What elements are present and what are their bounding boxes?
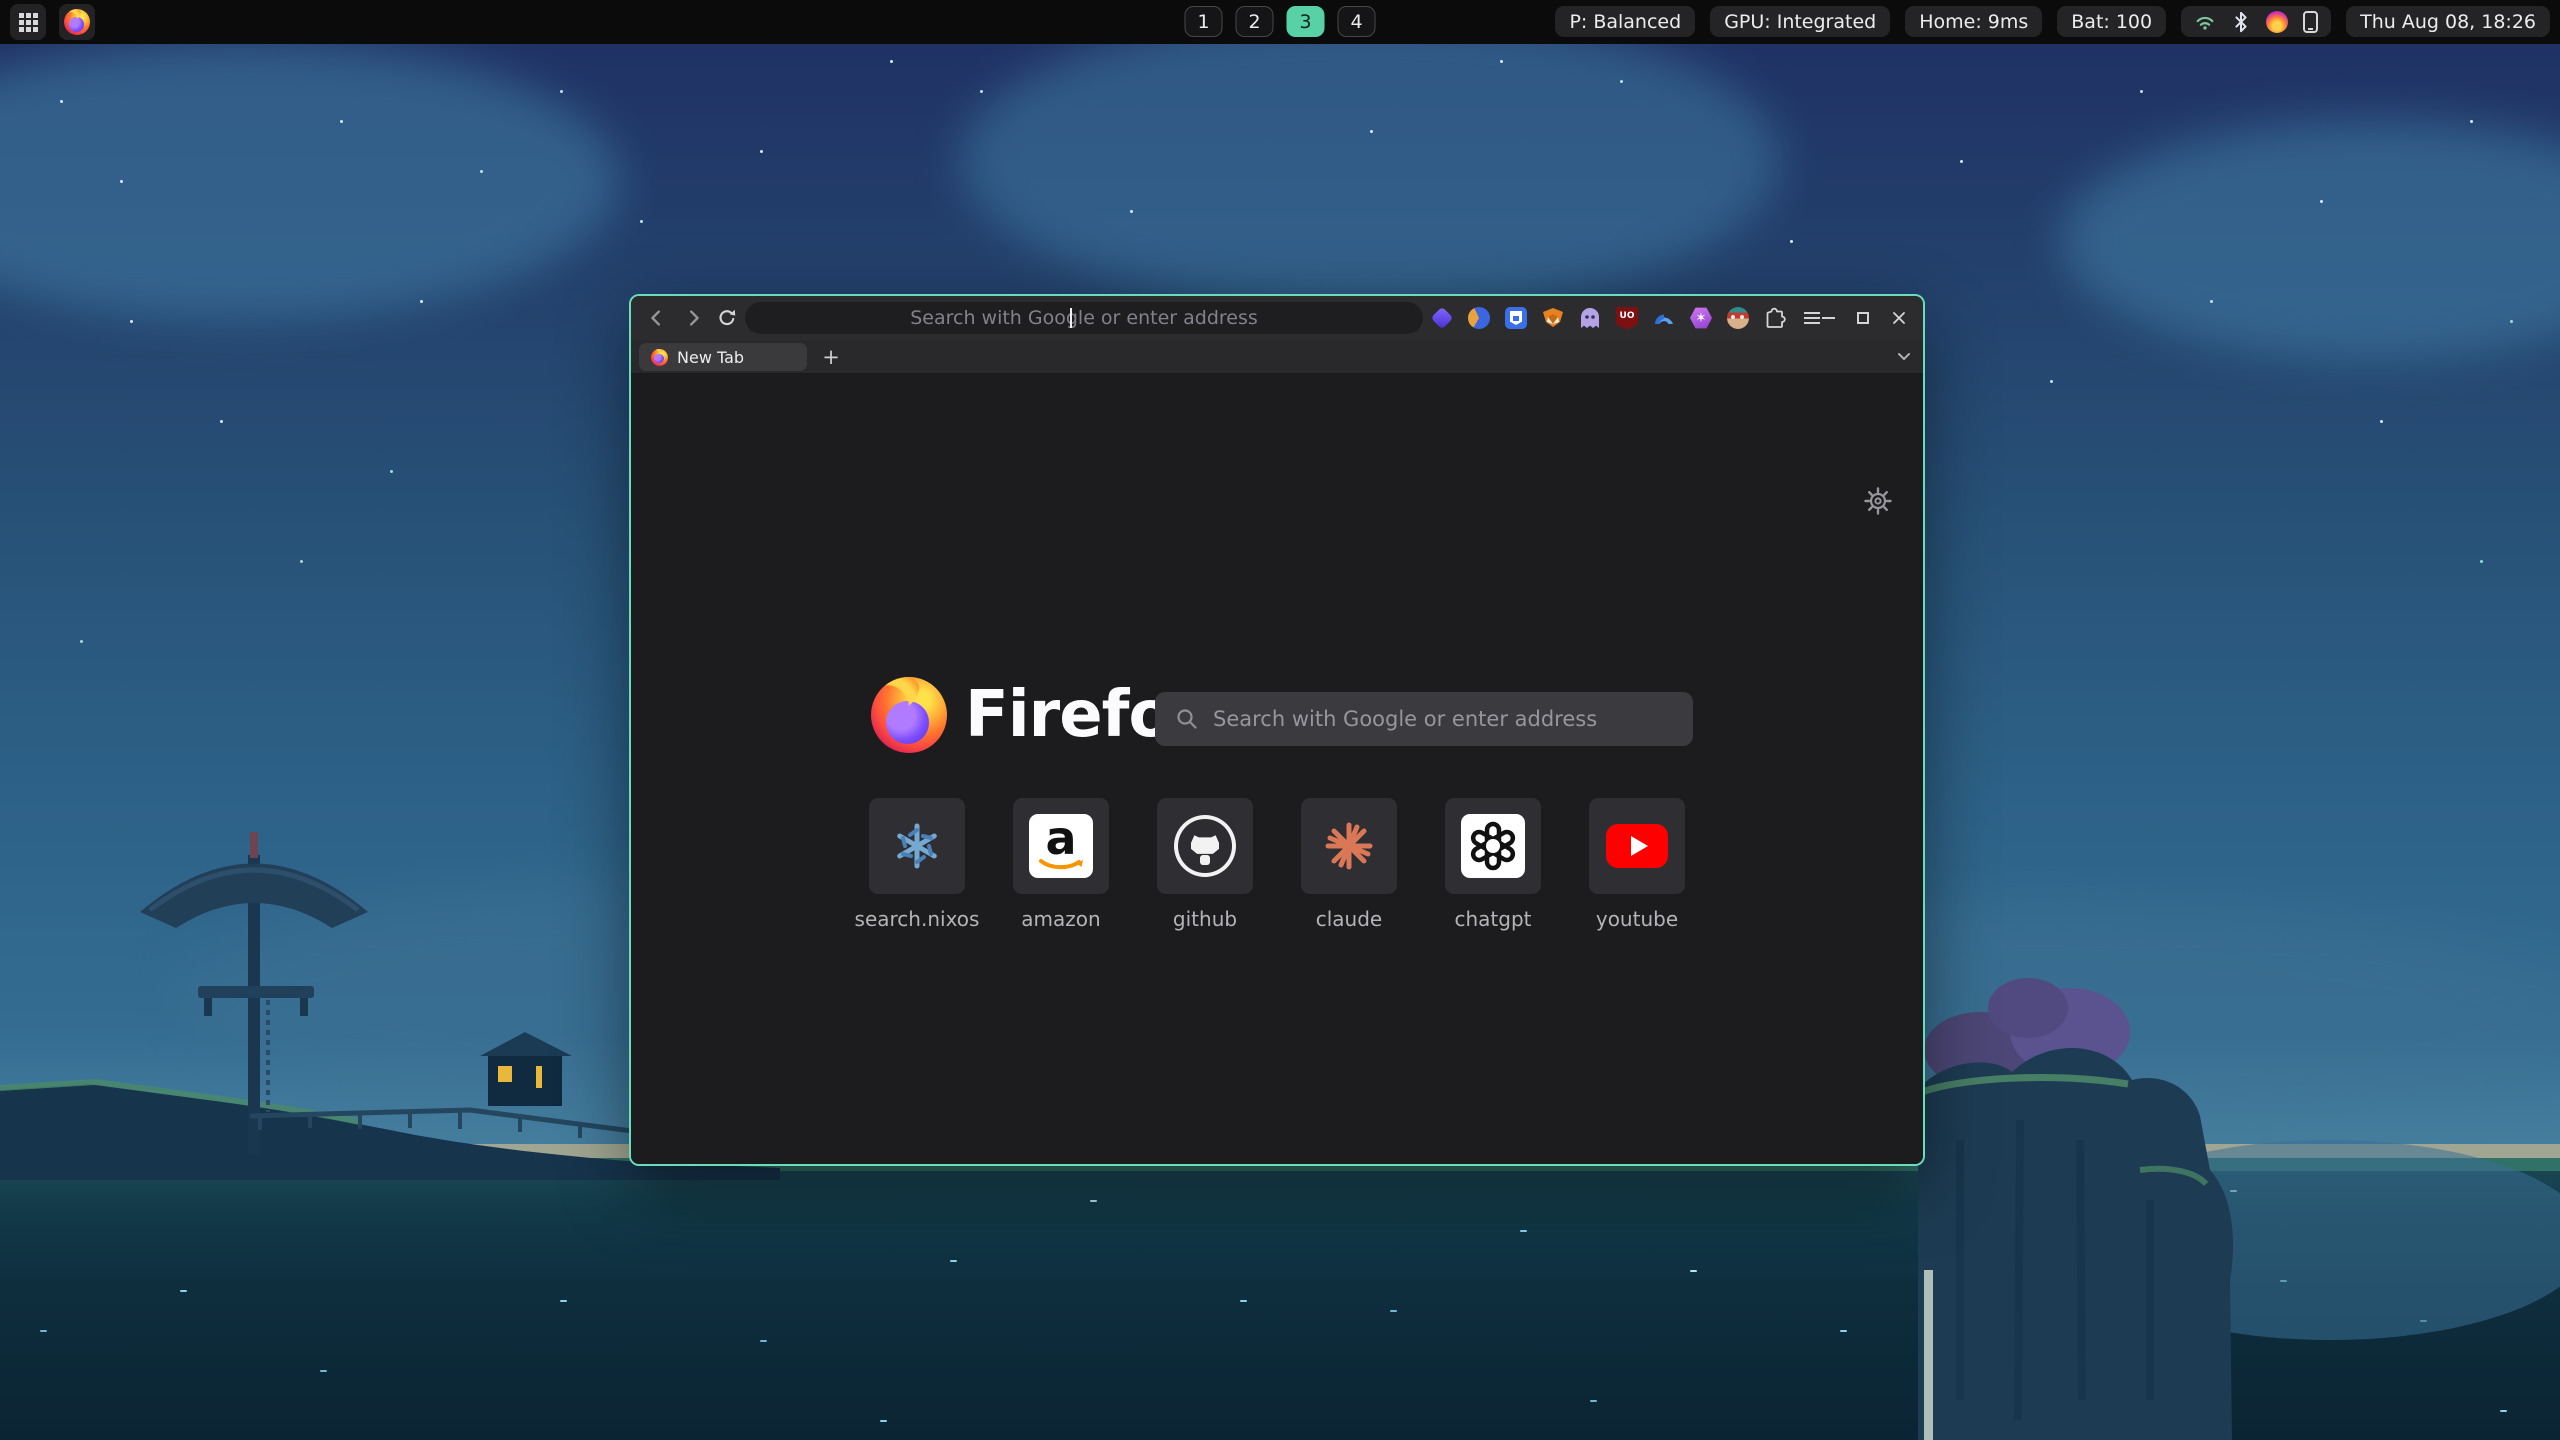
shortcut-label: amazon: [1021, 907, 1100, 931]
workspace-switcher: 1 2 3 4: [1185, 6, 1376, 37]
flame-icon[interactable]: [2266, 11, 2288, 33]
extension-icons-row: UO ✶: [1429, 305, 1825, 331]
cloud: [960, 10, 1780, 310]
url-input[interactable]: [745, 302, 1423, 334]
blue-shield-lock-extension-icon[interactable]: [1503, 305, 1529, 331]
chatgpt-knot-icon: [1461, 814, 1525, 878]
network-latency-status: Home: 9ms: [1905, 6, 2042, 37]
newtab-search-bar[interactable]: [1155, 692, 1693, 746]
hamburger-icon: [1804, 312, 1820, 324]
extensions-puzzle-button[interactable]: [1762, 305, 1788, 331]
firefox-window: UO ✶: [629, 294, 1925, 1166]
workspace-4[interactable]: 4: [1338, 6, 1376, 37]
workspace-3-active[interactable]: 3: [1287, 6, 1325, 37]
list-all-tabs-button[interactable]: [1893, 346, 1915, 372]
tab-bar: New Tab +: [631, 340, 1923, 374]
firefox-icon: [64, 9, 90, 35]
claude-starburst-icon: [1322, 819, 1376, 873]
workspace-1[interactable]: 1: [1185, 6, 1223, 37]
maximize-icon: [1857, 312, 1869, 324]
firefox-launcher-button[interactable]: [59, 4, 95, 40]
github-octocat-icon: [1174, 815, 1236, 877]
firefox-logo: [871, 677, 947, 753]
chevron-down-icon: [1893, 346, 1915, 368]
sea-sparkles: [0, 1170, 7, 1172]
metamask-fox-extension-icon[interactable]: [1540, 305, 1566, 331]
shortcut-claude[interactable]: claude: [1301, 798, 1397, 931]
back-button[interactable]: [645, 306, 669, 330]
app-grid-icon: [19, 13, 38, 32]
purple-hex-snowflake-extension-icon[interactable]: ✶: [1688, 305, 1714, 331]
phone-icon[interactable]: [2303, 11, 2318, 33]
close-icon: [1891, 310, 1907, 326]
battery-status: Bat: 100: [2057, 6, 2166, 37]
workspace-2[interactable]: 2: [1236, 6, 1274, 37]
forward-button[interactable]: [681, 306, 705, 330]
puzzle-icon: [1763, 306, 1787, 330]
ublock-origin-extension-icon[interactable]: UO: [1614, 305, 1640, 331]
top-status-bar: 1 2 3 4 P: Balanced GPU: Integrated Home…: [0, 0, 2560, 44]
shortcut-tiles: search.nixos a amazon: [631, 798, 1923, 931]
personalize-button[interactable]: [1863, 486, 1893, 520]
cloud: [0, 40, 620, 320]
wifi-icon[interactable]: [2194, 11, 2216, 33]
new-tab-button[interactable]: +: [817, 343, 845, 371]
app-launcher-button[interactable]: [10, 4, 46, 40]
amazon-icon: a: [1029, 814, 1093, 878]
ghostery-ghost-extension-icon[interactable]: [1577, 305, 1603, 331]
power-profile-status: P: Balanced: [1555, 6, 1695, 37]
reload-button[interactable]: [715, 306, 739, 330]
search-icon: [1175, 707, 1199, 731]
minimize-icon: [1822, 317, 1835, 319]
system-tray: [2181, 6, 2331, 37]
purple-diamond-extension-icon[interactable]: [1429, 305, 1455, 331]
bluetooth-icon[interactable]: [2231, 11, 2251, 33]
text-caret: [1070, 308, 1072, 328]
youtube-play-icon: [1606, 824, 1668, 868]
shortcut-label: search.nixos: [855, 907, 980, 931]
close-button[interactable]: [1891, 306, 1907, 330]
shortcut-chatgpt[interactable]: chatgpt: [1445, 798, 1541, 931]
blue-orange-swirl-extension-icon[interactable]: [1466, 305, 1492, 331]
url-bar[interactable]: [745, 302, 1423, 334]
sea: [0, 1158, 2560, 1440]
minimize-button[interactable]: [1822, 306, 1835, 330]
browser-toolbar: UO ✶: [631, 296, 1923, 340]
desktop: 1 2 3 4 P: Balanced GPU: Integrated Home…: [0, 0, 2560, 1440]
blue-arc-vpn-extension-icon[interactable]: [1651, 305, 1677, 331]
nixos-snowflake-icon: [889, 818, 945, 874]
shortcut-label: chatgpt: [1454, 907, 1531, 931]
maximize-button[interactable]: [1857, 306, 1869, 330]
cloud: [2060, 120, 2560, 360]
shortcut-label: youtube: [1596, 907, 1678, 931]
newtab-search-input[interactable]: [1213, 707, 1683, 731]
clock: Thu Aug 08, 18:26: [2346, 6, 2550, 37]
shortcut-search-nixos[interactable]: search.nixos: [869, 798, 965, 931]
reload-icon: [716, 307, 738, 329]
shortcut-label: github: [1173, 907, 1237, 931]
gear-icon: [1863, 486, 1893, 516]
tab-label: New Tab: [677, 348, 744, 367]
chevron-left-icon: [646, 307, 668, 329]
gpu-status: GPU: Integrated: [1710, 6, 1890, 37]
shortcut-label: claude: [1316, 907, 1382, 931]
firefox-favicon: [651, 349, 668, 366]
tab-new-tab[interactable]: New Tab: [639, 343, 807, 371]
goggles-face-extension-icon[interactable]: [1725, 305, 1751, 331]
shortcut-youtube[interactable]: youtube: [1589, 798, 1685, 931]
window-controls: [1822, 305, 1907, 331]
shortcut-amazon[interactable]: a amazon: [1013, 798, 1109, 931]
shortcut-github[interactable]: github: [1157, 798, 1253, 931]
newtab-page: Firefox: [631, 374, 1923, 1164]
chevron-right-icon: [682, 307, 704, 329]
